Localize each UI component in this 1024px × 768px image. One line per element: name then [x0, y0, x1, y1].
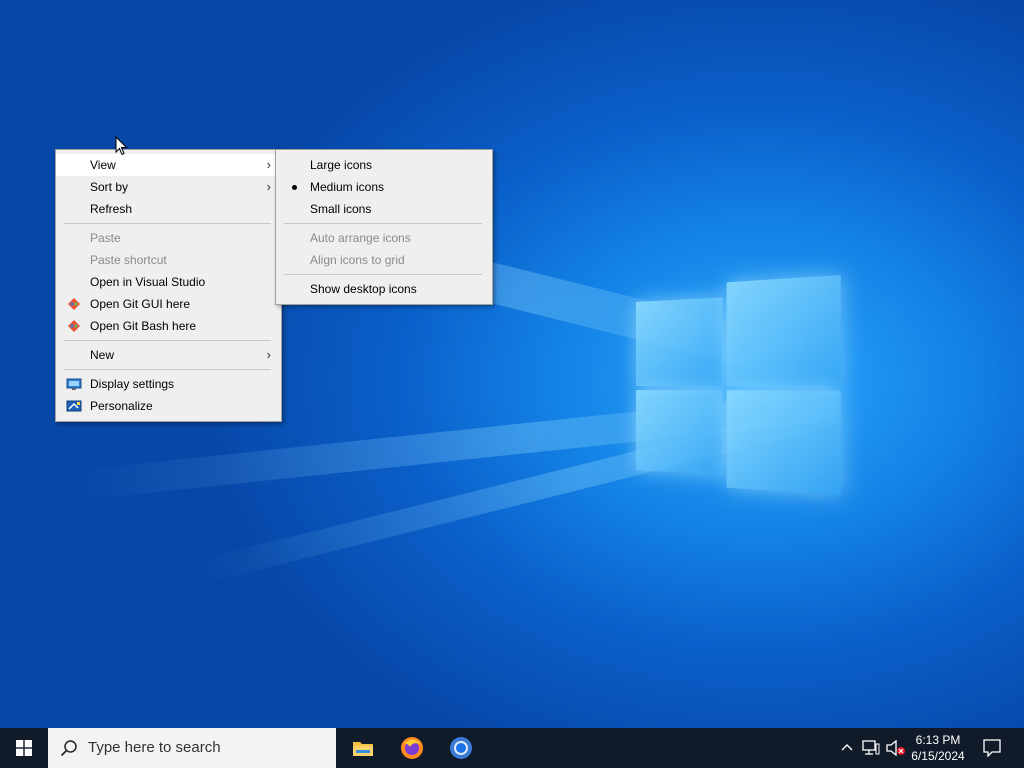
menu-item-new[interactable]: New ›	[56, 344, 281, 366]
menu-item-paste-shortcut[interactable]: Paste shortcut	[56, 249, 281, 271]
menu-separator	[64, 223, 271, 224]
taskbar: Type here to search 6:13 PM 6/15/2024	[0, 728, 1024, 768]
notification-icon	[983, 739, 1001, 757]
menu-item-refresh[interactable]: Refresh	[56, 198, 281, 220]
network-icon	[862, 740, 880, 755]
windows-start-icon	[16, 740, 32, 756]
submenu-item-medium-icons[interactable]: Medium icons	[276, 176, 492, 198]
search-placeholder: Type here to search	[88, 739, 221, 756]
taskbar-app-chrome[interactable]	[437, 728, 485, 768]
submenu-item-small-icons[interactable]: Small icons	[276, 198, 492, 220]
taskbar-app-file-explorer[interactable]	[339, 728, 387, 768]
file-explorer-icon	[353, 742, 373, 756]
mouse-cursor-icon	[115, 136, 128, 156]
menu-item-paste[interactable]: Paste	[56, 227, 281, 249]
submenu-item-show-desktop-icons[interactable]: Show desktop icons	[276, 278, 492, 300]
menu-item-label: Open Git Bash here	[90, 319, 197, 333]
menu-item-label: Small icons	[310, 202, 372, 216]
chevron-right-icon: ›	[266, 179, 271, 194]
menu-item-label: Sort by	[90, 180, 129, 194]
menu-item-label: Large icons	[310, 158, 373, 172]
search-icon	[60, 740, 77, 757]
menu-item-label: Medium icons	[310, 180, 385, 194]
volume-muted-icon	[886, 740, 905, 756]
menu-item-label: Paste	[90, 231, 121, 245]
taskbar-search-box[interactable]: Type here to search	[48, 728, 336, 768]
personalize-icon	[66, 400, 82, 412]
radio-selected-icon	[292, 185, 297, 190]
git-icon	[68, 320, 80, 332]
tray-network[interactable]	[860, 728, 882, 768]
menu-item-open-git-bash[interactable]: Open Git Bash here	[56, 315, 281, 337]
chevron-up-icon	[841, 744, 853, 751]
desktop-context-menu: View › Sort by › Refresh Paste Paste sho…	[55, 149, 282, 422]
clock-time: 6:13 PM	[915, 733, 961, 747]
menu-separator	[64, 369, 271, 370]
tray-volume[interactable]	[884, 728, 906, 768]
taskbar-clock[interactable]: 6:13 PM 6/15/2024	[904, 732, 972, 764]
menu-item-label: Refresh	[90, 202, 133, 216]
submenu-item-auto-arrange-icons[interactable]: Auto arrange icons	[276, 227, 492, 249]
menu-item-label: Open Git GUI here	[90, 297, 191, 311]
menu-item-label: Show desktop icons	[310, 282, 417, 296]
chevron-right-icon: ›	[266, 347, 271, 362]
action-center-button[interactable]	[978, 728, 1006, 768]
firefox-icon	[401, 737, 423, 759]
menu-item-open-in-visual-studio[interactable]: Open in Visual Studio	[56, 271, 281, 293]
desktop-background[interactable]: View › Sort by › Refresh Paste Paste sho…	[0, 0, 1024, 728]
tray-show-hidden-icons[interactable]	[838, 728, 856, 768]
menu-separator	[284, 274, 482, 275]
windows-logo-wallpaper	[636, 275, 841, 495]
menu-item-sort-by[interactable]: Sort by ›	[56, 176, 281, 198]
menu-item-open-git-gui[interactable]: Open Git GUI here	[56, 293, 281, 315]
menu-item-label: Align icons to grid	[310, 253, 405, 267]
clock-date: 6/15/2024	[911, 749, 965, 763]
view-submenu: Large icons Medium icons Small icons Aut…	[275, 149, 493, 305]
git-icon	[68, 298, 80, 310]
start-button[interactable]	[0, 728, 48, 768]
menu-item-label: Auto arrange icons	[310, 231, 411, 245]
display-settings-icon	[66, 378, 82, 390]
menu-item-label: Open in Visual Studio	[90, 275, 206, 289]
menu-separator	[284, 223, 482, 224]
chevron-right-icon: ›	[266, 157, 271, 172]
chrome-icon	[450, 737, 472, 759]
menu-separator	[64, 340, 271, 341]
menu-item-label: View	[90, 158, 116, 172]
menu-item-label: Personalize	[90, 399, 153, 413]
menu-item-label: Display settings	[90, 377, 175, 391]
submenu-item-large-icons[interactable]: Large icons	[276, 154, 492, 176]
menu-item-personalize[interactable]: Personalize	[56, 395, 281, 417]
submenu-item-align-icons-to-grid[interactable]: Align icons to grid	[276, 249, 492, 271]
taskbar-app-firefox[interactable]	[388, 728, 436, 768]
menu-item-display-settings[interactable]: Display settings	[56, 373, 281, 395]
menu-item-label: Paste shortcut	[90, 253, 167, 267]
menu-item-view[interactable]: View ›	[56, 154, 281, 176]
menu-item-label: New	[90, 348, 115, 362]
